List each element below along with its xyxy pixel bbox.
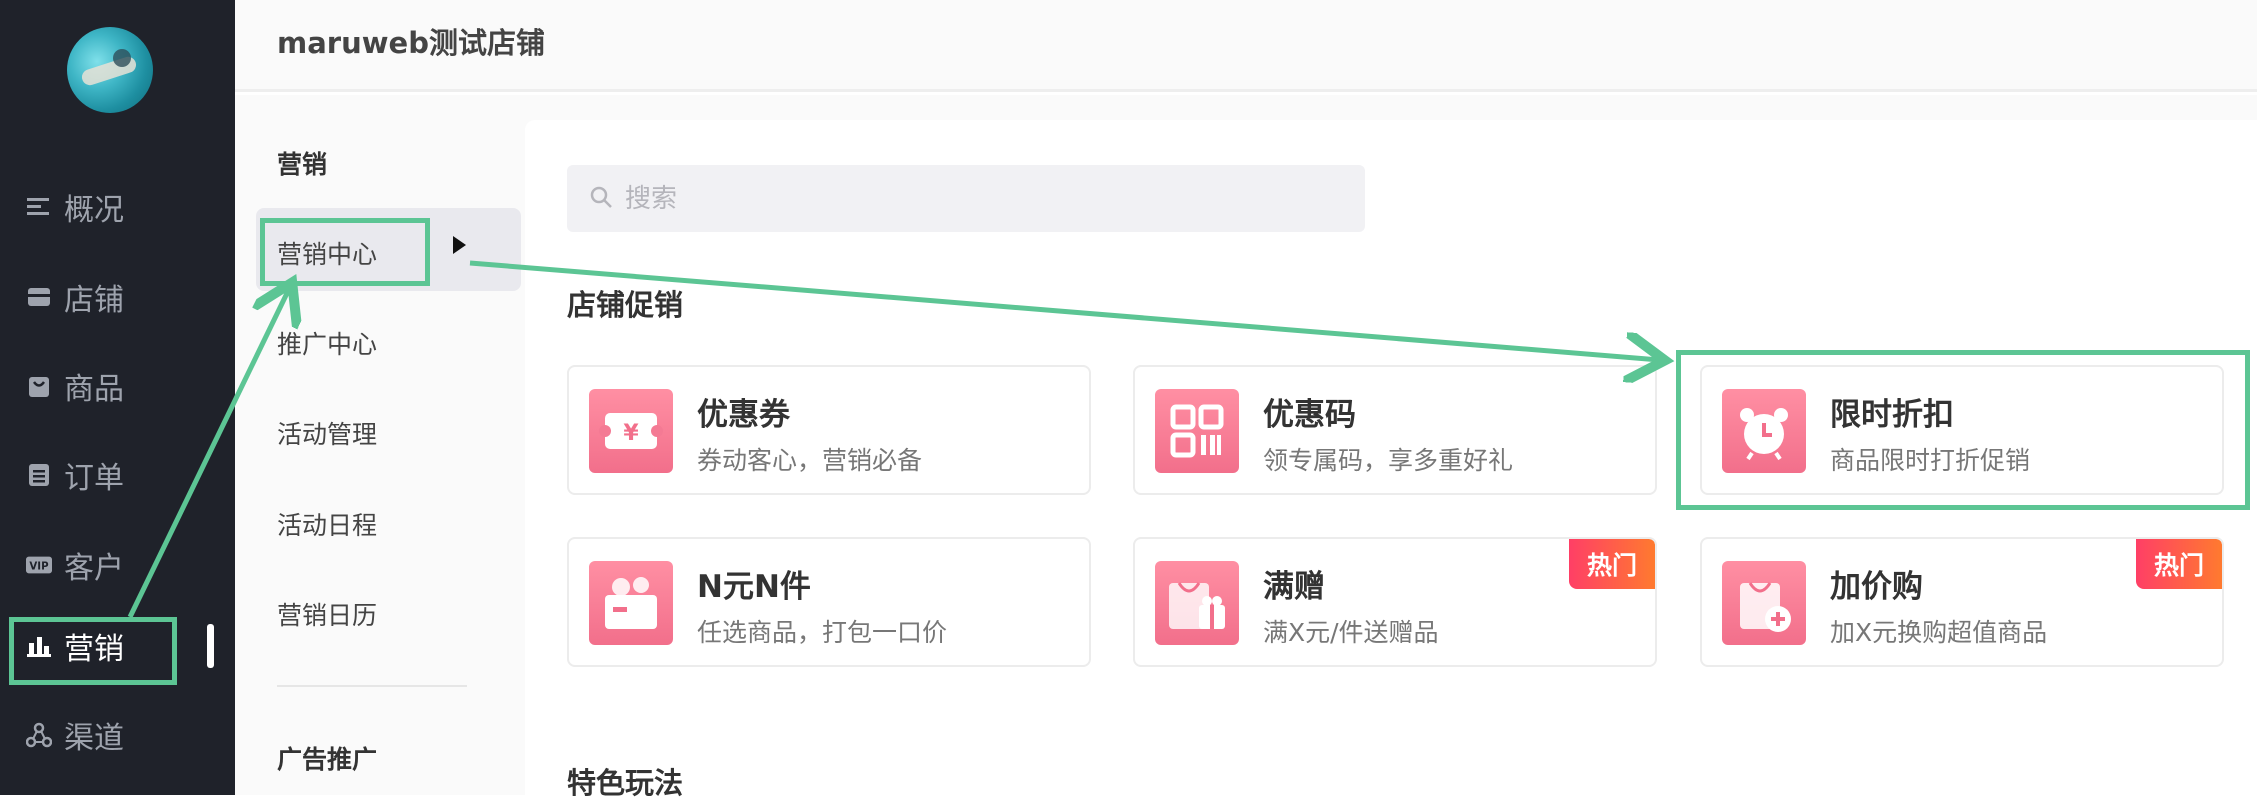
nav-label: 商品	[64, 372, 124, 407]
search-icon	[589, 185, 615, 211]
caret-right-icon	[453, 236, 466, 254]
nav-label: 客户	[64, 551, 124, 586]
alarm-clock-icon	[1722, 389, 1806, 473]
hot-badge: 热门	[1569, 539, 1655, 589]
card-title: N元N件	[697, 569, 811, 605]
store-icon	[26, 284, 52, 310]
card-desc: 领专属码，享多重好礼	[1263, 446, 1514, 475]
active-indicator	[207, 624, 214, 668]
add-purchase-bag-icon	[1722, 561, 1806, 645]
nav-label: 订单	[64, 461, 124, 496]
subnav-item-activity-schedule[interactable]: 活动日程	[277, 506, 377, 542]
card-title: 限时折扣	[1830, 397, 1954, 433]
subnav-item-marketing-center[interactable]: 营销中心	[277, 235, 377, 271]
main-sidebar: 概况 店铺 商品 订单 VIP 客户 营销 渠道	[0, 0, 235, 795]
card-desc: 商品限时打折促销	[1830, 446, 2031, 475]
subnav-item-activity-management[interactable]: 活动管理	[277, 415, 377, 451]
subnav-divider	[277, 685, 467, 687]
qr-code-icon	[1155, 389, 1239, 473]
nav-item-marketing[interactable]: 营销	[0, 616, 235, 676]
subnav-group-title: 营销	[277, 150, 328, 179]
nav-label: 营销	[64, 632, 124, 667]
card-title: 加价购	[1830, 569, 1923, 605]
goods-bag-icon	[26, 373, 52, 399]
card-add-on-purchase[interactable]: 加价购 加X元换购超值商品 热门	[1700, 537, 2224, 667]
search-box[interactable]	[567, 165, 1365, 232]
nav-label: 概况	[64, 193, 124, 228]
section-title-store-promotion: 店铺促销	[567, 288, 684, 322]
order-list-icon	[26, 462, 52, 488]
coupon-icon: ¥	[589, 389, 673, 473]
card-promo-code[interactable]: 优惠码 领专属码，享多重好礼	[1133, 365, 1657, 495]
card-title: 满赠	[1263, 569, 1325, 605]
card-coupon[interactable]: ¥ 优惠券 券动客心，营销必备	[567, 365, 1091, 495]
nav-item-orders[interactable]: 订单	[0, 445, 235, 505]
card-title: 优惠券	[697, 397, 790, 433]
nav-item-overview[interactable]: 概况	[0, 177, 235, 237]
subnav-item-promotion-center[interactable]: 推广中心	[277, 325, 377, 361]
hot-badge: 热门	[2136, 539, 2222, 589]
vip-icon: VIP	[26, 552, 52, 578]
svg-text:¥: ¥	[623, 421, 639, 446]
nav-item-customers[interactable]: VIP 客户	[0, 535, 235, 595]
store-title: maruweb测试店铺	[277, 26, 545, 60]
nav-label: 渠道	[64, 721, 124, 756]
card-title: 优惠码	[1263, 397, 1356, 433]
card-n-yuan-n-items[interactable]: N元N件 任选商品，打包一口价	[567, 537, 1091, 667]
channels-icon	[26, 722, 52, 748]
card-limited-discount[interactable]: 限时折扣 商品限时打折促销	[1700, 365, 2224, 495]
section-title-featured: 特色玩法	[567, 766, 684, 800]
gift-bag-icon	[1155, 561, 1239, 645]
card-desc: 券动客心，营销必备	[697, 446, 923, 475]
nav-item-channels[interactable]: 渠道	[0, 705, 235, 765]
nav-item-goods[interactable]: 商品	[0, 356, 235, 416]
nav-label: 店铺	[64, 283, 124, 318]
marketing-subnav: 营销 营销中心 推广中心 活动管理 活动日程 营销日历 广告推广	[235, 95, 525, 795]
subnav-item-marketing-calendar[interactable]: 营销日历	[277, 596, 377, 632]
nav-item-store[interactable]: 店铺	[0, 267, 235, 327]
card-desc: 满X元/件送赠品	[1263, 618, 1439, 647]
avatar-figure-head	[113, 49, 131, 67]
store-avatar[interactable]	[67, 27, 153, 113]
card-gift[interactable]: 满赠 满X元/件送赠品 热门	[1133, 537, 1657, 667]
list-icon	[26, 194, 52, 220]
subnav-group2-title: 广告推广	[277, 745, 378, 774]
bar-chart-icon	[26, 633, 52, 659]
card-desc: 任选商品，打包一口价	[697, 618, 948, 647]
card-desc: 加X元换购超值商品	[1830, 618, 2048, 647]
top-header: maruweb测试店铺	[235, 0, 2257, 92]
svg-text:VIP: VIP	[29, 562, 49, 573]
search-input[interactable]	[623, 165, 1343, 232]
bundle-box-icon	[589, 561, 673, 645]
